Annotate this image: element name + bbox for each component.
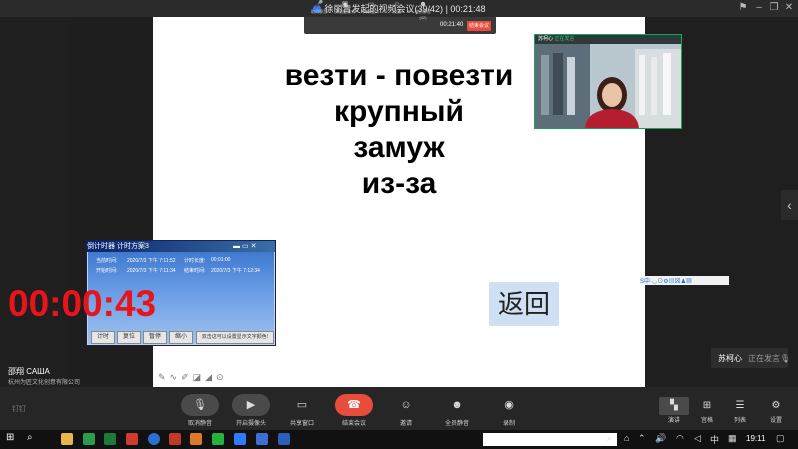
mini-members-button[interactable]: ☺ 成员 <box>386 1 408 16</box>
taskbar-search-box[interactable] <box>483 433 617 446</box>
grid-view-button[interactable]: ⊞ 宫格 <box>692 397 722 424</box>
timer-window-controls[interactable]: ▬▭✕ <box>233 242 258 250</box>
unmute-button[interactable]: 🎙 取消静音 <box>175 394 225 427</box>
return-button[interactable]: 返回 <box>489 282 559 326</box>
ime-indicator[interactable]: 中 <box>710 433 719 446</box>
end-meeting-button[interactable]: ☎ 结束会议 <box>329 394 379 427</box>
taskbar-clock[interactable]: 19:11 <box>746 434 765 443</box>
maximize-button[interactable]: ❐ <box>767 2 781 13</box>
slide-line: из-за <box>361 167 437 200</box>
camera-off-icon: ▶ <box>232 394 270 416</box>
grid-view-icon: ⊞ <box>702 400 712 411</box>
countdown-digits: 00:00:43 <box>8 283 157 324</box>
timer-reset-button[interactable]: 复位 <box>117 331 141 344</box>
windows-start-icon[interactable]: ⊞ <box>6 432 14 443</box>
list-view-icon: ☰ <box>735 400 745 411</box>
app-icon[interactable] <box>83 433 95 445</box>
mute-all-icon: ☻ <box>419 1 427 8</box>
browser-icon[interactable] <box>148 433 160 445</box>
mic-off-icon: 🎤 <box>314 1 324 8</box>
mini-camera-button[interactable]: ▣ 开启摄像头 <box>334 1 356 16</box>
timer-length-value: 00:01:00 <box>211 257 231 263</box>
timer-length-label: 计时长度: <box>184 258 206 264</box>
speaker-view-icon: ▚ <box>659 397 689 415</box>
video-speaker-status: 正在发言 <box>554 36 575 42</box>
host-name: 邵翔 САША <box>8 367 50 376</box>
timer-pause-button[interactable]: 暂停 <box>143 331 167 344</box>
volume-icon[interactable]: ◁ <box>694 433 701 444</box>
speaker-video[interactable]: 苏柯心 正在发言 <box>534 34 682 129</box>
brand-logo: 钉钉 <box>12 406 26 413</box>
network-icon[interactable]: ⌂ <box>624 433 629 443</box>
notification-icon[interactable]: ▢ <box>776 433 785 444</box>
timer-start-button[interactable]: 计时 <box>91 331 115 344</box>
app-icon[interactable] <box>169 433 181 445</box>
camera-icon: ▣ <box>341 1 349 8</box>
speaker-view-button[interactable]: ▚ 演讲 <box>659 397 689 424</box>
speaking-name: 苏柯心 <box>718 354 742 363</box>
app-icon[interactable] <box>126 433 138 445</box>
share-icon: ▭ <box>367 1 375 8</box>
mini-end-button[interactable]: 结束会议 <box>467 21 491 31</box>
settings-button[interactable]: ⚙ 设置 <box>761 397 791 424</box>
members-icon: ☺ <box>393 1 401 8</box>
record-icon: ◉ <box>504 399 514 411</box>
hangup-icon: ☎ <box>335 394 373 416</box>
tray-up-icon[interactable]: ⌃ <box>638 433 646 444</box>
mini-elapsed: 00:21:40 <box>440 22 464 28</box>
mic-off-icon: 🎙 <box>181 394 219 416</box>
search-icon[interactable]: ⌕ <box>27 432 33 443</box>
mini-unmute-button[interactable]: 🎤 取消静音 <box>308 1 330 16</box>
timer-start-label: 开始时间: <box>96 268 118 274</box>
share-window-button[interactable]: ▭ 共享窗口 <box>277 394 327 427</box>
gear-icon: ⚙ <box>771 400 781 411</box>
dingtalk-icon[interactable] <box>234 433 246 445</box>
speaking-state: 正在发言 <box>748 354 780 363</box>
timer-start-value: 2020/7/3 下午 7:11:34 <box>127 268 176 274</box>
mini-share-button[interactable]: ▭ 共享窗口 <box>360 1 382 16</box>
search-icon[interactable]: ⌕ <box>607 433 612 444</box>
mini-mute-all-button[interactable]: ☻ 全员静音(42) <box>412 1 434 20</box>
video-frame <box>535 44 681 128</box>
volume-icon[interactable]: 🔊 <box>655 433 666 444</box>
mute-all-button[interactable]: ☻ 全员静音 <box>432 394 482 427</box>
meeting-elapsed: 00:21:48 <box>450 4 486 14</box>
list-view-button[interactable]: ☰ 列表 <box>725 397 755 424</box>
camera-button[interactable]: ▶ 开启摄像头 <box>226 394 276 427</box>
app-icon[interactable] <box>190 433 202 445</box>
timer-end-value: 2020/7/3 下午 7:12:34 <box>211 268 260 274</box>
host-organization: 杭州为匠文化创意有限公司 <box>8 380 81 386</box>
timer-color-hint[interactable]: 双击这可以设置显示文字颜色! <box>196 331 274 344</box>
mute-all-icon: ☻ <box>451 399 463 411</box>
speaker-mic-icon: 🎙 <box>780 354 791 363</box>
timer-current-label: 当前时间: <box>96 258 118 264</box>
pin-icon[interactable]: ⚑ <box>736 2 750 13</box>
app-icon[interactable] <box>256 433 268 445</box>
pen-tools[interactable]: ✎∿✐◪◢⊙ <box>158 372 228 383</box>
timer-shrink-button[interactable]: 缩小 <box>169 331 193 344</box>
ime-toolbar[interactable]: S中·◡⊙⚙▤⊠♟▦ <box>640 276 729 285</box>
input-method-icon[interactable]: ▦ <box>728 433 737 444</box>
word-icon[interactable] <box>278 433 290 445</box>
close-button[interactable]: ✕ <box>782 2 796 13</box>
timer-current-value: 2020/7/3 下午 7:11:52 <box>127 258 176 264</box>
invite-button[interactable]: ☺ 邀请 <box>381 394 431 427</box>
side-collapse-handle[interactable]: ‹ <box>781 190 798 220</box>
invite-icon: ☺ <box>400 399 412 411</box>
stage-left-area <box>0 17 70 387</box>
timer-end-label: 结束时间: <box>184 268 206 274</box>
share-screen-icon: ▭ <box>296 399 308 411</box>
minimize-button[interactable]: – <box>752 2 766 13</box>
video-speaker-name: 苏柯心 <box>538 36 554 42</box>
record-button[interactable]: ◉ 录制 <box>484 394 534 427</box>
wifi-icon[interactable]: ◠ <box>676 433 684 444</box>
wechat-icon[interactable] <box>212 433 224 445</box>
app-icon[interactable] <box>104 433 116 445</box>
explorer-icon[interactable] <box>61 433 73 445</box>
slide-line: замуж <box>353 131 445 164</box>
